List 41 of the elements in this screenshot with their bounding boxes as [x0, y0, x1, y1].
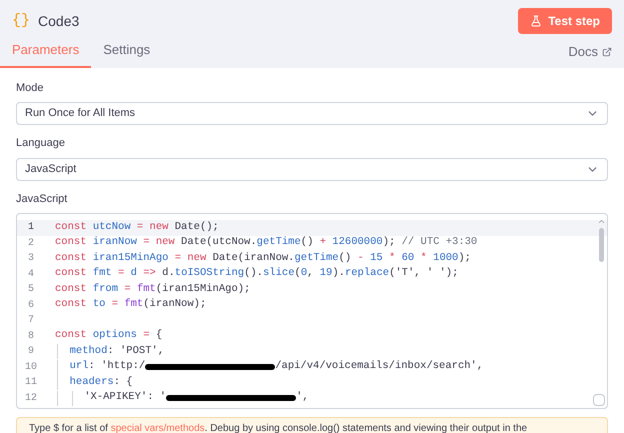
line-number: 10	[24, 360, 38, 375]
code-line: const utcNow = new Date();	[54, 220, 219, 235]
line-number: 7	[26, 314, 35, 328]
select-field[interactable]: Run Once for All Items	[16, 102, 608, 125]
code-line: const iran15MinAgo = new Date(iranNow.getTime() - 15 * 60 * 1000);	[54, 250, 471, 266]
hint-text: Type $ for a list of special vars/methods. Debug by using console.log() statements and viewing their output in the	[29, 423, 528, 433]
line-number: 12	[24, 392, 38, 406]
scrollbar	[599, 228, 604, 262]
select-field[interactable]: JavaScript	[16, 158, 608, 180]
code-line: url: 'http:/ /api/v4/voicemails/inbox/search',	[45, 359, 484, 376]
line-number: 1	[26, 221, 35, 236]
tab[interactable]: Settings	[91, 40, 162, 68]
code-editor[interactable]	[16, 213, 608, 409]
code-line: 'X-APIKEY': ' ',	[45, 390, 309, 406]
line-number: 9	[26, 345, 35, 360]
code-line: const options = {	[54, 328, 162, 344]
code-line: const iranNow = new Date(utcNow.getTime() + 12600000); // UTC +3:30	[54, 235, 478, 250]
line-number: 6	[26, 298, 35, 313]
flask-icon	[530, 15, 542, 27]
field-label: Language	[16, 136, 66, 151]
field-label: JavaScript	[16, 192, 68, 206]
line-number: 11	[24, 376, 38, 390]
code-line: const fmt = d => d.toISOString().slice(0, 19).replace('T', ' ');	[54, 266, 458, 282]
external-link-icon	[602, 46, 612, 57]
braces-icon: {}	[12, 10, 30, 32]
code-line: method: 'POST',	[45, 344, 164, 360]
code-line: const from = fmt(iran15MinAgo);	[54, 282, 250, 297]
resize-handle-icon	[593, 394, 605, 406]
line-number: 8	[26, 330, 35, 344]
tab[interactable]: Parameters	[0, 40, 92, 68]
scroll-up-icon	[597, 217, 606, 226]
field-label: Mode	[16, 80, 45, 96]
docs-link[interactable]: Docs	[568, 42, 612, 68]
code-line: headers: {	[45, 374, 133, 391]
test-step-button[interactable]: Test step	[518, 8, 612, 34]
node-title: Code3	[38, 12, 80, 30]
line-number: 2	[26, 236, 35, 251]
line-number: 5	[26, 283, 35, 298]
line-number: 3	[26, 252, 35, 266]
line-number: 4	[26, 268, 35, 282]
code-line: const to = fmt(iranNow);	[54, 297, 206, 312]
